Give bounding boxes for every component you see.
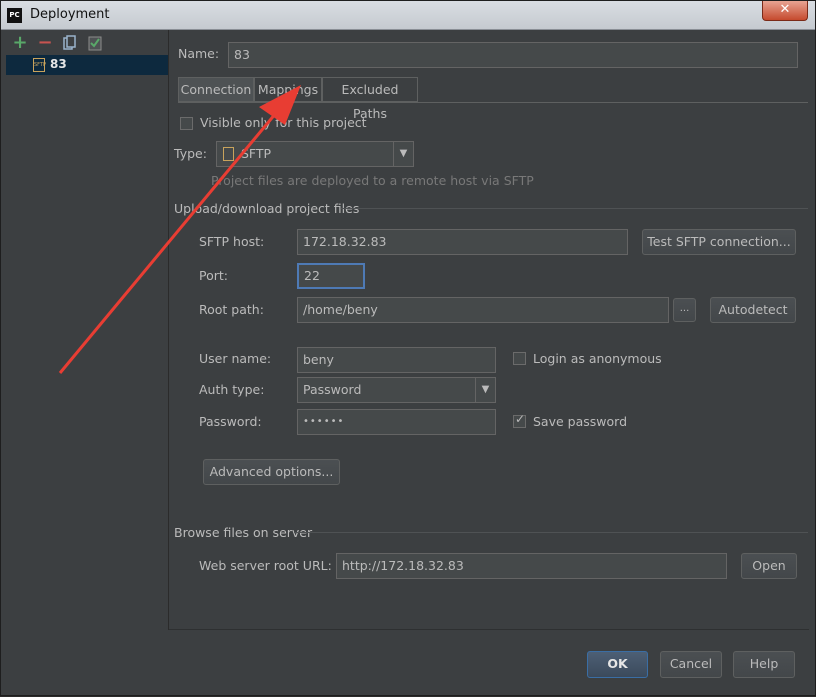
ok-button[interactable]: OK — [587, 651, 648, 678]
remove-icon[interactable]: − — [37, 34, 53, 52]
test-connection-button[interactable]: Test SFTP connection... — [642, 229, 796, 255]
tab-mappings[interactable]: Mappings — [254, 77, 322, 102]
type-hint: Project files are deployed to a remote h… — [211, 173, 534, 188]
port-field[interactable]: 22 — [297, 263, 365, 289]
user-name-field[interactable]: beny — [297, 347, 496, 373]
browse-section-title: Browse files on server — [174, 525, 313, 540]
pycharm-app-icon: PC — [7, 8, 22, 23]
type-value: SFTP — [241, 146, 272, 161]
sftp-host-label: SFTP host: — [199, 234, 265, 249]
browse-button[interactable]: ... — [673, 298, 696, 322]
server-list-panel: + − SFTP 83 — [6, 30, 169, 630]
open-button[interactable]: Open — [741, 553, 797, 579]
visible-only-checkbox[interactable] — [180, 117, 193, 130]
section-divider — [294, 532, 808, 533]
login-anonymous-label: Login as anonymous — [533, 351, 662, 366]
autodetect-button[interactable]: Autodetect — [710, 297, 796, 323]
window-title: Deployment — [30, 7, 110, 22]
root-path-label: Root path: — [199, 302, 264, 317]
tab-divider — [178, 102, 808, 103]
password-field[interactable]: •••••• — [297, 409, 496, 435]
port-label: Port: — [199, 268, 228, 283]
sftp-host-field[interactable]: 172.18.32.83 — [297, 229, 628, 255]
set-default-icon[interactable] — [87, 35, 103, 51]
save-password-checkbox[interactable]: ✓ — [513, 412, 526, 428]
chevron-down-icon[interactable]: ▼ — [475, 378, 495, 402]
root-path-field[interactable]: /home/beny — [297, 297, 669, 323]
login-anonymous-checkbox[interactable] — [513, 352, 526, 365]
password-label: Password: — [199, 414, 262, 429]
add-icon[interactable]: + — [12, 34, 28, 52]
close-button[interactable]: ✕ — [762, 1, 808, 21]
auth-type-value: Password — [303, 382, 362, 397]
section-divider — [341, 208, 808, 209]
web-root-field[interactable]: http://172.18.32.83 — [336, 553, 727, 579]
type-label: Type: — [174, 146, 207, 161]
user-name-label: User name: — [199, 351, 272, 366]
title-bar[interactable]: PC Deployment ✕ — [1, 1, 815, 30]
auth-type-label: Auth type: — [199, 382, 265, 397]
upload-section-title: Upload/download project files — [174, 201, 360, 216]
help-button[interactable]: Help — [733, 651, 795, 678]
copy-icon[interactable] — [62, 35, 78, 51]
web-root-label: Web server root URL: — [199, 558, 332, 573]
chevron-down-icon[interactable]: ▼ — [393, 142, 413, 166]
visible-only-label: Visible only for this project — [200, 115, 367, 130]
auth-type-select[interactable]: Password ▼ — [297, 377, 496, 403]
tab-excluded-paths[interactable]: Excluded Paths — [322, 77, 418, 121]
name-field[interactable]: 83 — [228, 42, 798, 68]
save-password-label: Save password — [533, 414, 628, 429]
checkmark-icon: ✓ — [515, 412, 526, 426]
sftp-server-icon: SFTP — [33, 58, 46, 72]
server-item-label: 83 — [50, 57, 67, 71]
sftp-type-icon — [223, 147, 234, 161]
name-label: Name: — [178, 46, 220, 61]
type-select[interactable]: SFTP ▼ — [216, 141, 414, 167]
advanced-options-button[interactable]: Advanced options... — [203, 459, 340, 485]
cancel-button[interactable]: Cancel — [660, 651, 722, 678]
footer-divider — [169, 629, 809, 630]
tab-connection[interactable]: Connection — [178, 77, 254, 102]
deployment-dialog: PC Deployment ✕ + − SFTP 83 Name: 83 Con… — [0, 0, 816, 696]
server-item-83[interactable]: SFTP 83 — [6, 55, 168, 75]
